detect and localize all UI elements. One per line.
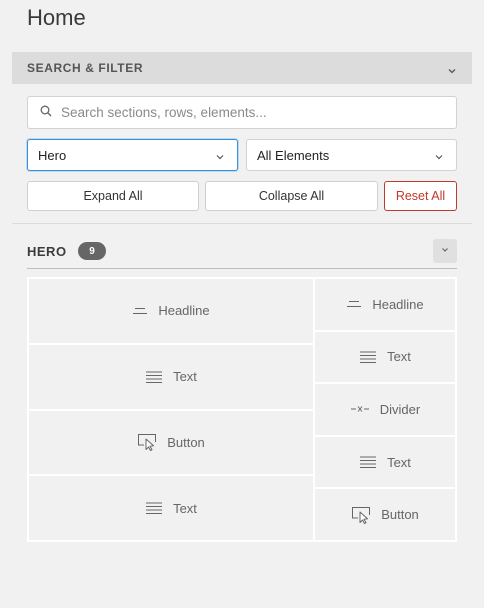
element-text[interactable]: Text [315, 436, 455, 488]
collapse-all-button[interactable]: Collapse All [205, 181, 378, 211]
element-label: Text [387, 454, 411, 470]
element-headline[interactable]: Headline [315, 279, 455, 330]
element-label: Text [173, 369, 197, 385]
left-column: Headline Text Button Text [29, 279, 313, 540]
section-underline [27, 268, 457, 269]
text-icon [145, 371, 163, 383]
search-filter-toggle[interactable]: SEARCH & FILTER [12, 52, 472, 84]
text-icon [359, 456, 377, 469]
expand-all-button[interactable]: Expand All [27, 181, 199, 211]
section-select[interactable]: Hero [27, 139, 238, 171]
text-icon [145, 502, 163, 515]
section-select-value: Hero [38, 147, 67, 163]
page-title: Home [27, 5, 86, 30]
button-icon [351, 506, 371, 524]
element-label: Headline [372, 296, 424, 312]
element-label: Button [381, 507, 419, 523]
reset-all-button[interactable]: Reset All [384, 181, 457, 211]
search-input[interactable] [61, 105, 431, 120]
element-divider[interactable]: Divider [315, 384, 455, 435]
element-label: Divider [379, 401, 421, 417]
chevron-down-icon [434, 150, 444, 160]
text-icon [359, 351, 377, 363]
divider [12, 223, 472, 224]
chevron-down-icon [440, 242, 450, 260]
element-text[interactable]: Text [29, 476, 313, 540]
element-button[interactable]: Button [315, 489, 455, 540]
search-icon [40, 104, 52, 122]
section-title: HERO [27, 244, 67, 259]
element-type-select[interactable]: All Elements [246, 139, 457, 171]
section-collapse-button[interactable] [433, 239, 457, 263]
chevron-down-icon [215, 150, 225, 160]
element-select-value: All Elements [257, 147, 330, 163]
divider-icon [350, 404, 370, 414]
element-headline[interactable]: Headline [29, 279, 313, 343]
element-label: Headline [158, 303, 210, 319]
button-icon [137, 433, 157, 452]
element-text[interactable]: Text [315, 331, 455, 383]
right-column: Headline Text Divider Text Button [315, 279, 455, 540]
headline-icon [132, 307, 148, 315]
element-label: Button [167, 434, 205, 450]
element-button[interactable]: Button [29, 410, 313, 475]
element-count-badge: 9 [78, 242, 106, 260]
search-field[interactable] [27, 96, 457, 129]
chevron-down-icon [447, 63, 457, 74]
element-text[interactable]: Text [29, 344, 313, 409]
element-grid: Headline Text Button Text Headline Text Divid… [27, 277, 457, 542]
element-label: Text [173, 500, 197, 516]
search-filter-label: SEARCH & FILTER [27, 61, 144, 75]
element-label: Text [387, 349, 411, 365]
headline-icon [346, 300, 362, 308]
